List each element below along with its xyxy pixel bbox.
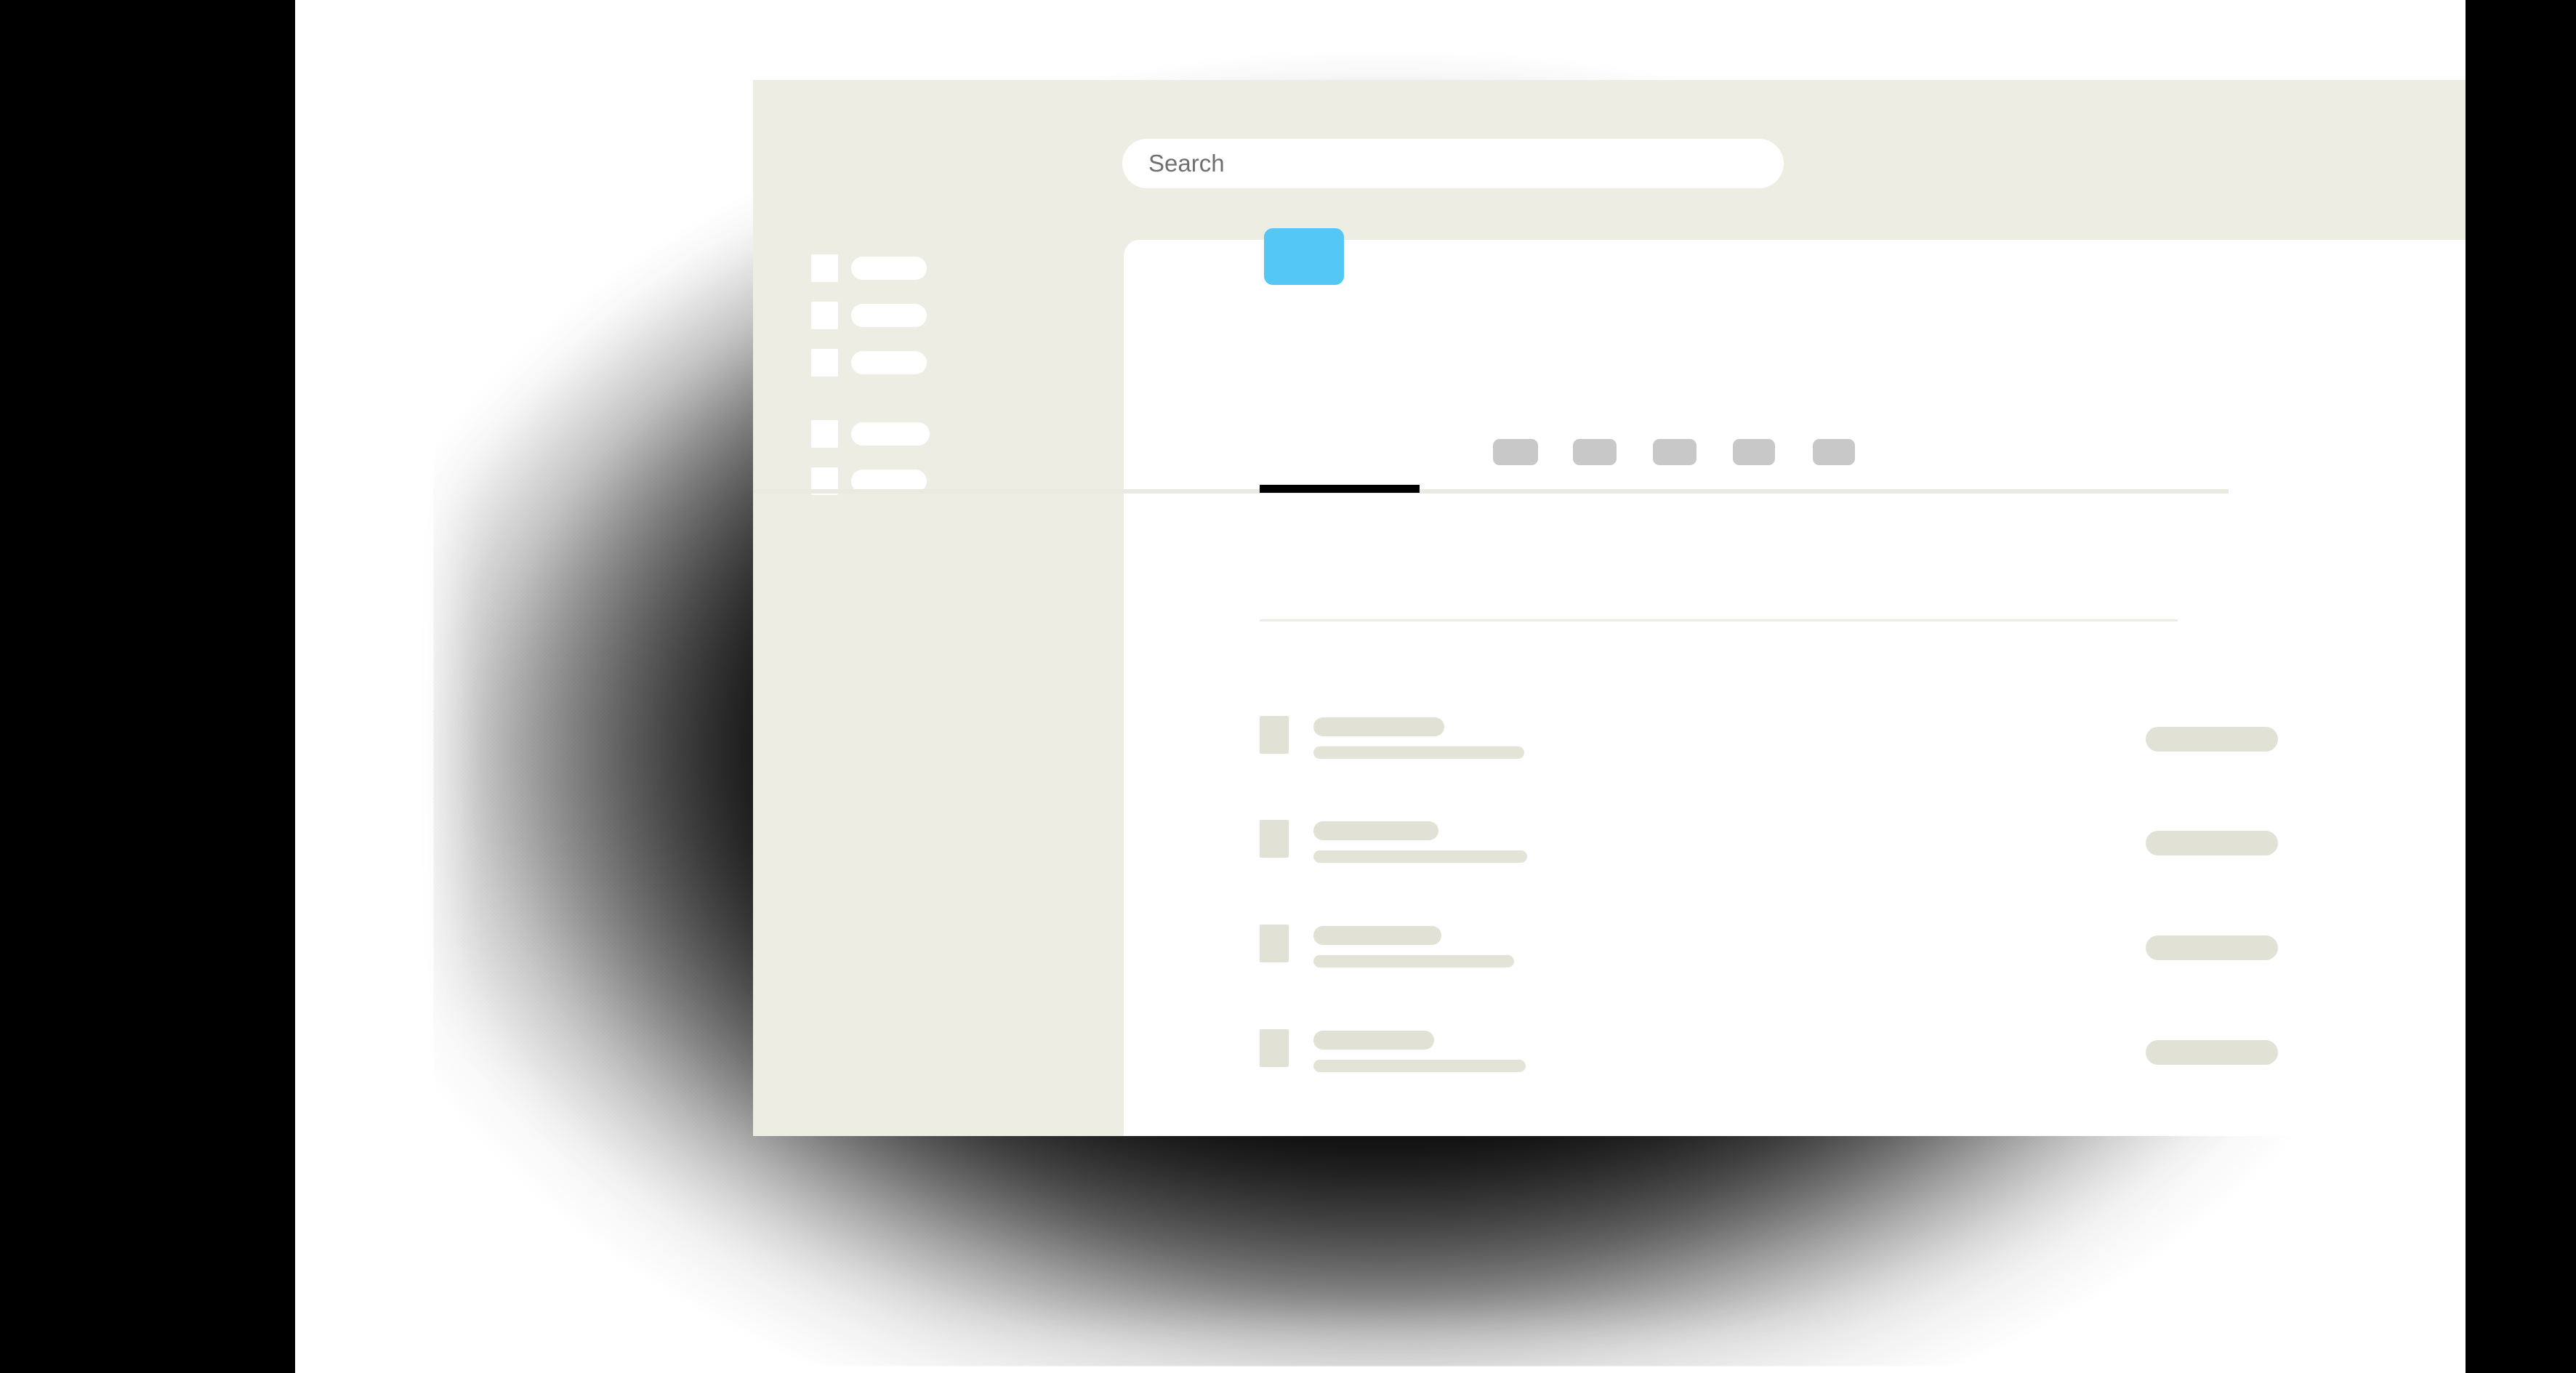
square-placeholder-icon [811, 349, 838, 377]
sidebar [753, 240, 1124, 1136]
square-placeholder-icon [811, 420, 838, 448]
list-header-divider [1260, 619, 2178, 621]
search-input[interactable] [1122, 139, 1784, 188]
row-primary-text-skeleton [1313, 1031, 1434, 1050]
tab-2[interactable] [1573, 439, 1617, 465]
row-secondary-text-skeleton [1313, 746, 1524, 759]
tab-5[interactable] [1813, 439, 1855, 465]
tab-3[interactable] [1653, 439, 1696, 465]
row-meta-skeleton [2146, 831, 2278, 855]
avatar-skeleton [1260, 925, 1289, 962]
sidebar-item-label-skeleton [851, 422, 930, 446]
sidebar-item-2[interactable] [811, 302, 927, 329]
sidebar-item-label-skeleton [851, 304, 927, 327]
brand-logo-badge [1264, 228, 1344, 285]
screenshot-stage [0, 0, 2576, 1373]
row-primary-text-skeleton [1313, 926, 1441, 945]
row-meta-skeleton [2146, 727, 2278, 752]
row-secondary-text-skeleton [1313, 1060, 1526, 1072]
row-primary-text-skeleton [1313, 717, 1444, 736]
square-placeholder-icon [811, 254, 838, 282]
table-row[interactable] [753, 1022, 2278, 1080]
content-panel [1124, 240, 2466, 1136]
table-row[interactable] [753, 813, 2278, 871]
table-row[interactable] [753, 709, 2278, 767]
sidebar-item-1[interactable] [811, 254, 927, 282]
row-meta-skeleton [2146, 1040, 2278, 1065]
tab-1[interactable] [1493, 439, 1538, 465]
canvas-area [295, 0, 2466, 1373]
avatar-skeleton [1260, 1029, 1289, 1067]
tab-4[interactable] [1733, 439, 1775, 465]
avatar-skeleton [1260, 716, 1289, 754]
row-secondary-text-skeleton [1313, 955, 1514, 967]
square-placeholder-icon [811, 302, 838, 329]
sidebar-item-4[interactable] [811, 420, 930, 448]
sidebar-item-label-skeleton [851, 257, 927, 280]
top-bar [753, 80, 2466, 240]
row-meta-skeleton [2146, 935, 2278, 960]
tab-strip-divider [753, 489, 2229, 494]
app-window [753, 80, 2466, 1136]
sidebar-item-3[interactable] [811, 349, 927, 377]
active-tab-indicator [1260, 485, 1420, 493]
sidebar-item-label-skeleton [851, 351, 927, 374]
table-row[interactable] [753, 917, 2278, 975]
row-primary-text-skeleton [1313, 821, 1438, 840]
avatar-skeleton [1260, 820, 1289, 858]
row-secondary-text-skeleton [1313, 850, 1527, 863]
